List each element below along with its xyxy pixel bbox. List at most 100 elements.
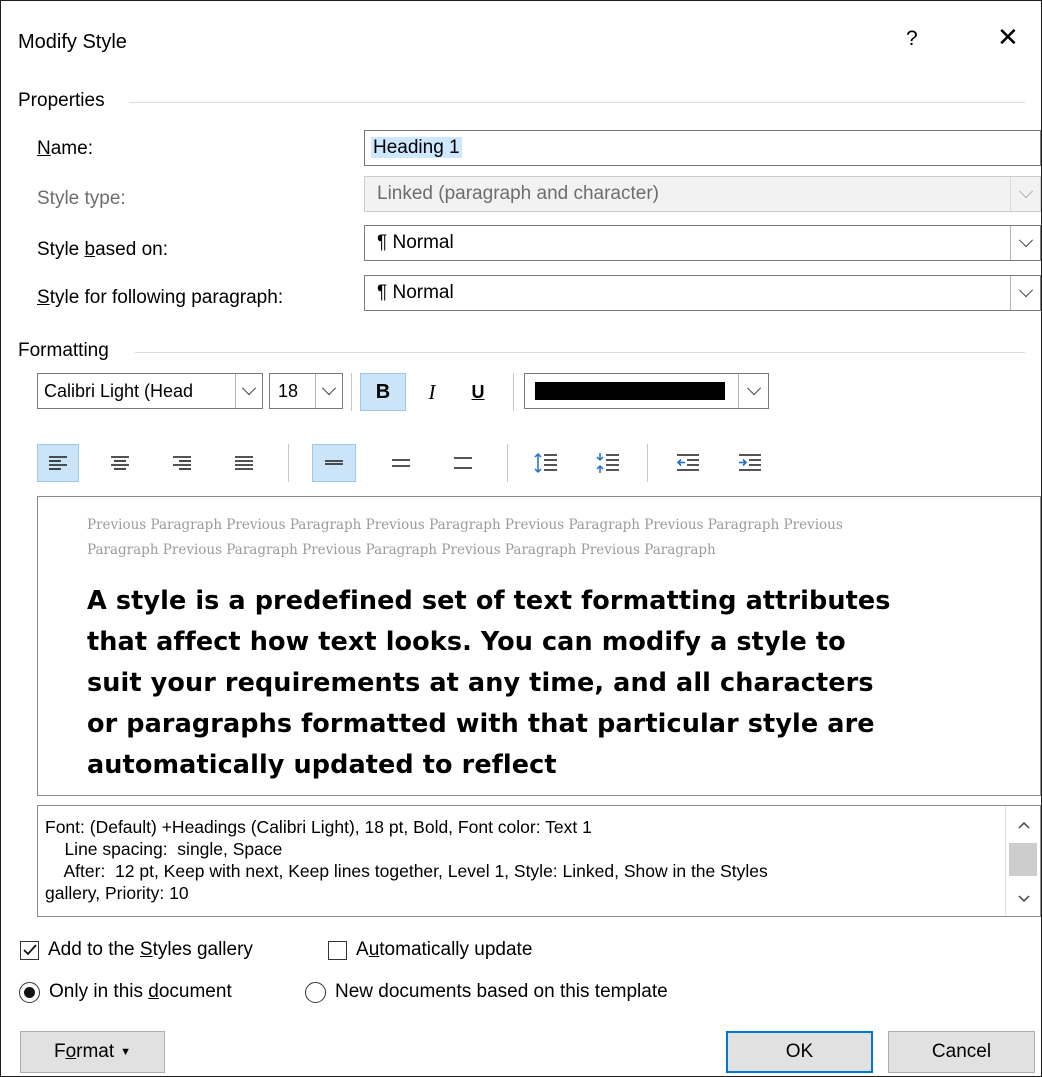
based-on-value: ¶ Normal: [377, 232, 454, 253]
preview-sample-line: or paragraphs formatted with that partic…: [87, 709, 875, 739]
toolbar-separator: [647, 444, 648, 482]
align-right-button[interactable]: [161, 444, 203, 482]
description-scrollbar[interactable]: [1005, 806, 1040, 916]
dropdown-arrow-icon: ▼: [120, 1046, 132, 1058]
based-on-dropdown-button[interactable]: [1010, 226, 1040, 260]
style-preview-pane: Previous Paragraph Previous Paragraph Pr…: [37, 496, 1041, 796]
radio-selected-dot: [24, 986, 35, 998]
increase-spacing-before-button[interactable]: [524, 444, 568, 482]
properties-divider: [129, 102, 1025, 103]
formatting-group-label: Formatting: [18, 340, 109, 361]
close-button[interactable]: ✕: [997, 23, 1019, 51]
only-this-document-label: Only in this document: [49, 981, 232, 1002]
bold-button[interactable]: B: [360, 373, 406, 411]
align-center-icon: [111, 456, 129, 470]
auto-update-checkbox[interactable]: [328, 940, 347, 960]
style-type-combo: Linked (paragraph and character): [364, 176, 1041, 212]
font-color-dropdown-button[interactable]: [738, 374, 768, 408]
increase-indent-button[interactable]: [728, 444, 772, 482]
style-type-dropdown-button: [1010, 177, 1040, 211]
scroll-up-icon[interactable]: [1006, 810, 1041, 840]
add-to-gallery-checkbox[interactable]: [20, 940, 39, 960]
help-button[interactable]: ?: [906, 27, 918, 51]
decrease-paragraph-spacing-icon: [596, 453, 619, 473]
new-documents-radio[interactable]: [305, 981, 326, 1003]
increase-indent-icon: [739, 454, 761, 471]
auto-update-label: Automatically update: [356, 939, 533, 960]
scroll-down-icon[interactable]: [1006, 884, 1041, 914]
toolbar-separator: [351, 373, 352, 411]
following-paragraph-value: ¶ Normal: [377, 282, 454, 303]
name-label: Name:: [37, 138, 93, 159]
description-line: Line spacing: single, Space: [45, 839, 283, 859]
one-half-spacing-button[interactable]: [379, 444, 423, 482]
align-center-button[interactable]: [99, 444, 141, 482]
formatting-divider: [135, 352, 1025, 353]
font-name-dropdown-button[interactable]: [235, 374, 262, 408]
decrease-indent-button[interactable]: [666, 444, 710, 482]
toolbar-separator: [513, 373, 514, 411]
previous-paragraph-line: Paragraph Previous Paragraph Previous Pa…: [87, 542, 716, 558]
align-right-icon: [173, 456, 191, 470]
toolbar-separator: [507, 444, 508, 482]
chevron-down-icon: [1018, 184, 1033, 199]
preview-sample-line: suit your requirements at any time, and …: [87, 668, 874, 698]
font-size-value: 18: [278, 381, 299, 401]
based-on-label: Style based on:: [37, 239, 169, 260]
italic-button[interactable]: I: [412, 373, 452, 411]
add-to-gallery-option[interactable]: Add to the Styles gallery: [20, 939, 253, 961]
add-to-gallery-label: Add to the Styles gallery: [48, 939, 253, 960]
following-paragraph-label: Style for following paragraph:: [37, 287, 284, 308]
font-color-combo[interactable]: [524, 373, 769, 409]
font-name-value: Calibri Light (Head: [44, 381, 194, 401]
properties-group-label: Properties: [18, 90, 105, 111]
style-type-label: Style type:: [37, 188, 126, 209]
preview-sample-line: A style is a predefined set of text form…: [87, 586, 891, 616]
decrease-indent-icon: [676, 454, 699, 471]
preview-sample-line: automatically updated to reflect: [87, 750, 557, 780]
chevron-down-icon: [1018, 233, 1033, 248]
based-on-combo[interactable]: ¶ Normal: [364, 225, 1041, 261]
decrease-spacing-before-button[interactable]: [586, 444, 630, 482]
increase-paragraph-spacing-icon: [534, 452, 557, 474]
cancel-button[interactable]: Cancel: [888, 1031, 1035, 1073]
align-left-icon: [49, 456, 67, 470]
new-documents-option[interactable]: New documents based on this template: [305, 981, 668, 1003]
name-input[interactable]: Heading 1: [364, 130, 1041, 166]
auto-update-option[interactable]: Automatically update: [328, 939, 532, 961]
single-spacing-icon: [325, 460, 343, 465]
previous-paragraph-line: Previous Paragraph Previous Paragraph Pr…: [87, 517, 843, 533]
chevron-down-icon: [321, 381, 337, 396]
following-paragraph-dropdown-button[interactable]: [1010, 276, 1040, 310]
font-name-combo[interactable]: Calibri Light (Head: [37, 373, 263, 409]
double-spacing-button[interactable]: [441, 444, 485, 482]
align-left-button[interactable]: [37, 444, 79, 482]
justify-icon: [235, 456, 253, 470]
underline-button[interactable]: U: [458, 373, 498, 411]
font-size-combo[interactable]: 18: [269, 373, 343, 409]
one-half-spacing-icon: [392, 459, 410, 467]
preview-sample-line: that affect how text looks. You can modi…: [87, 627, 846, 657]
style-type-value: Linked (paragraph and character): [377, 183, 660, 204]
style-description-text: Font: (Default) +Headings (Calibri Light…: [45, 816, 1005, 904]
description-line: After: 12 pt, Keep with next, Keep lines…: [45, 861, 768, 881]
justify-button[interactable]: [223, 444, 265, 482]
modify-style-dialog: Modify Style ? ✕ Properties Name: Headin…: [0, 0, 1042, 1077]
following-paragraph-combo[interactable]: ¶ Normal: [364, 275, 1041, 311]
only-this-document-option[interactable]: Only in this document: [19, 981, 232, 1003]
name-input-value: Heading 1: [371, 137, 462, 158]
scroll-thumb[interactable]: [1009, 843, 1037, 876]
format-button[interactable]: Format ▼: [20, 1031, 165, 1073]
font-size-dropdown-button[interactable]: [315, 374, 342, 408]
dialog-title: Modify Style: [18, 31, 127, 53]
ok-button[interactable]: OK: [726, 1031, 873, 1073]
checkmark-icon: [22, 944, 37, 956]
font-color-swatch: [535, 382, 725, 400]
chevron-down-icon: [1018, 283, 1033, 298]
chevron-down-icon: [241, 381, 257, 396]
style-description-box[interactable]: Font: (Default) +Headings (Calibri Light…: [37, 805, 1041, 917]
toolbar-separator: [288, 444, 289, 482]
description-line: gallery, Priority: 10: [45, 883, 189, 903]
single-spacing-button[interactable]: [312, 444, 356, 482]
only-this-document-radio[interactable]: [19, 981, 40, 1003]
